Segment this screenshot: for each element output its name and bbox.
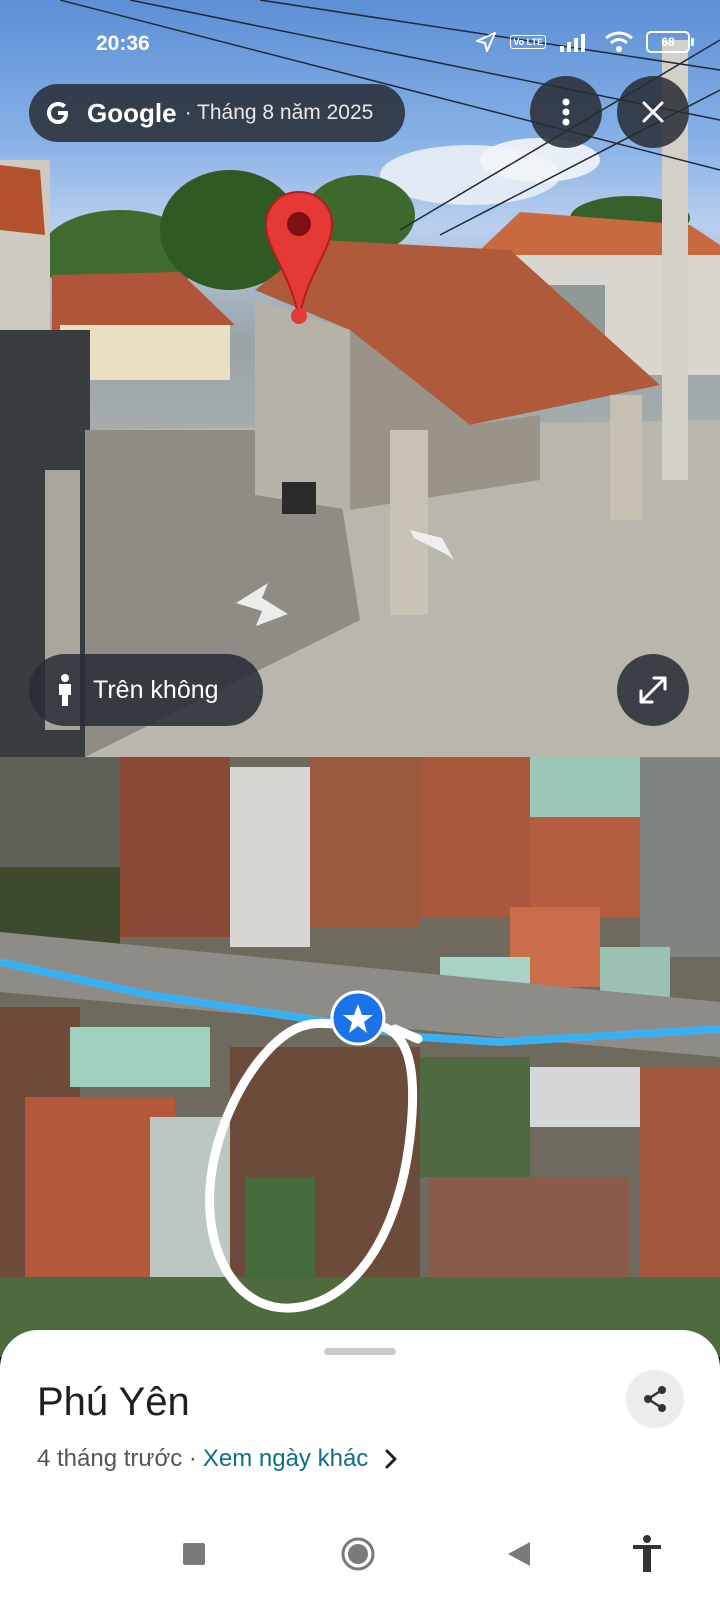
google-g-icon [47,102,68,124]
back-button[interactable] [497,1532,541,1576]
wifi-icon [605,31,633,52]
share-button[interactable] [626,1370,684,1428]
person-icon [59,674,71,706]
home-button[interactable] [336,1532,380,1576]
capture-age: 4 tháng trước · [37,1445,197,1472]
system-navigation-bar [0,1510,720,1600]
expand-icon [639,676,667,704]
square-icon [183,1543,205,1565]
share-icon [644,1386,666,1412]
signal-icon [560,34,585,52]
location-arrow-icon [476,32,497,52]
drag-handle[interactable] [324,1348,396,1355]
status-icons: Vo LTE 68 [474,30,694,54]
battery-indicator: 68 [646,31,694,53]
status-time: 20:36 [96,32,150,55]
close-icon [642,101,664,123]
volte-badge: Vo LTE [510,35,546,49]
current-position-marker-icon[interactable] [330,990,386,1046]
home-circle-icon [341,1537,375,1571]
street-view-panorama[interactable]: 20:36 Vo LTE 68 Google · Tháng 8 năm 202… [0,0,720,757]
imagery-date: · Tháng 8 năm 2025 [184,101,374,124]
more-options-button[interactable] [530,76,602,148]
location-pin-icon [264,190,334,324]
aerial-view-button[interactable]: Trên không [29,654,263,726]
brand-label: Google [87,97,177,128]
close-button[interactable] [617,76,689,148]
other-dates-link[interactable]: Xem ngày khác [203,1445,368,1473]
back-triangle-icon [508,1542,530,1566]
satellite-map[interactable] [0,757,720,1357]
accessibility-button[interactable] [625,1532,669,1576]
imagery-date-pill[interactable]: Google · Tháng 8 năm 2025 [29,84,405,142]
aerial-view-label: Trên không [93,675,219,704]
more-vert-icon [562,98,570,126]
satellite-imagery [0,757,720,1357]
recents-button[interactable] [172,1532,216,1576]
status-bar: 20:36 Vo LTE 68 [0,0,720,80]
place-title: Phú Yên [37,1380,190,1424]
capture-info-row: 4 tháng trước · Xem ngày khác [37,1445,398,1473]
accessibility-icon [633,1535,661,1572]
expand-button[interactable] [617,654,689,726]
chevron-right-icon[interactable] [384,1448,398,1470]
